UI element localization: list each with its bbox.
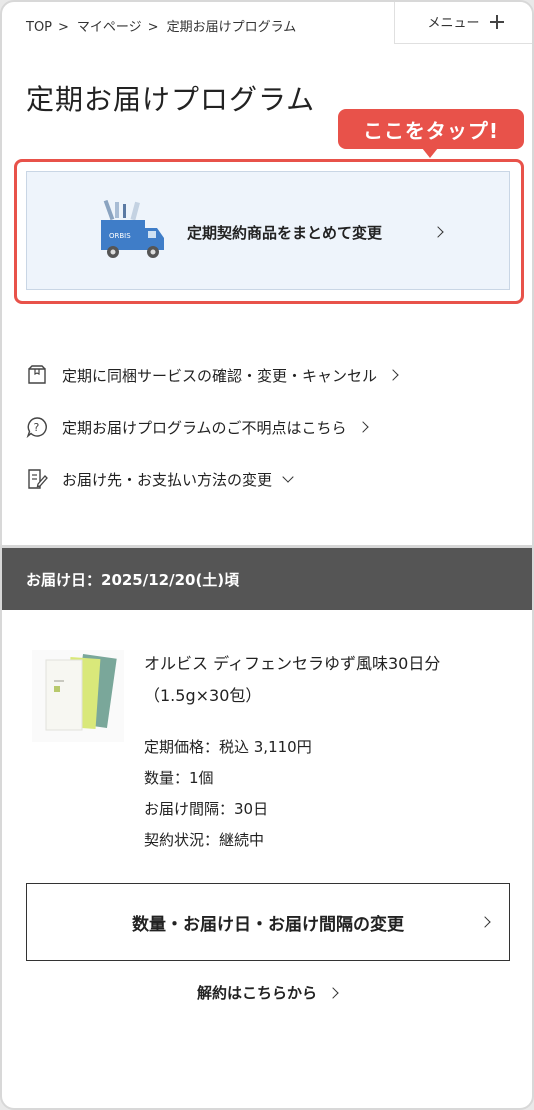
chevron-right-icon (479, 916, 491, 928)
delivery-date-header: お届け日：2025/12/20(土)頃 (2, 548, 532, 610)
chevron-right-icon (432, 226, 444, 238)
spec-price: 定期価格：税込 3,110円 (144, 738, 312, 756)
header: TOP > マイページ > 定期お届けプログラム メニュー (2, 2, 532, 46)
plus-icon (489, 14, 504, 29)
spec-interval: お届け間隔：30日 (144, 800, 269, 818)
cancel-subscription-link[interactable]: 解約はこちらから (2, 982, 532, 1003)
cancel-link-label: 解約はこちらから (196, 984, 317, 1002)
breadcrumb: TOP > マイページ > 定期お届けプログラム (26, 16, 296, 35)
change-button-label: 数量・お届け日・お届け間隔の変更 (132, 914, 404, 935)
truck-logo-text: ORBIS (109, 232, 131, 240)
bulk-change-label: 定期契約商品をまとめて変更 (187, 224, 383, 242)
delivery-truck-icon: ORBIS (101, 200, 164, 258)
link-address-payment[interactable]: お届け先・お支払い方法の変更 (26, 468, 294, 490)
product-image (32, 650, 124, 742)
menu-button[interactable]: メニュー (394, 2, 532, 44)
chevron-right-icon (356, 421, 369, 433)
package-box-icon (28, 365, 46, 384)
chevron-right-icon (327, 987, 339, 999)
tap-here-callout: ここをタップ! (338, 109, 524, 158)
page-title: 定期お届けプログラム (26, 83, 316, 116)
breadcrumb-separator: > (58, 20, 69, 35)
delivery-date-label: お届け日：2025/12/20(土)頃 (26, 570, 240, 589)
link-label: 定期に同梱サービスの確認・変更・キャンセル (62, 366, 378, 385)
chevron-right-icon (387, 369, 399, 381)
menu-label: メニュー (427, 16, 480, 31)
product-specs: 定期価格：税込 3,110円 数量：1個 お届け間隔：30日 契約状況：継続中 (144, 732, 312, 856)
breadcrumb-separator: > (147, 20, 159, 35)
chevron-down-icon (282, 470, 294, 483)
change-subscription-button[interactable]: 数量・お届け日・お届け間隔の変更 (26, 883, 510, 961)
svg-text:?: ? (34, 421, 40, 434)
breadcrumb-mypage[interactable]: マイページ (77, 20, 142, 35)
page-frame: TOP > マイページ > 定期お届けプログラム メニュー 定期お届けプログラム ここを… (0, 0, 534, 1110)
link-label: 定期お届けプログラムのご不明点はこちら (62, 418, 347, 437)
spec-quantity: 数量：1個 (144, 769, 214, 787)
product-name[interactable]: オルビス ディフェンセラゆず風味30日分（1.5g×30包） (144, 648, 514, 712)
edit-document-icon (28, 469, 48, 489)
breadcrumb-current: 定期お届けプログラム (166, 20, 297, 35)
link-faq[interactable]: ? 定期お届けプログラムのご不明点はこちら (26, 416, 369, 438)
bulk-change-card[interactable]: ORBIS 定期契約商品をまとめて変更 (26, 171, 510, 290)
link-label: お届け先・お支払い方法の変更 (62, 470, 273, 489)
question-bubble-icon: ? (26, 417, 47, 438)
spec-status: 契約状況：継続中 (144, 831, 265, 849)
link-bundled-service[interactable]: 定期に同梱サービスの確認・変更・キャンセル (26, 364, 399, 386)
breadcrumb-top[interactable]: TOP (26, 20, 52, 35)
